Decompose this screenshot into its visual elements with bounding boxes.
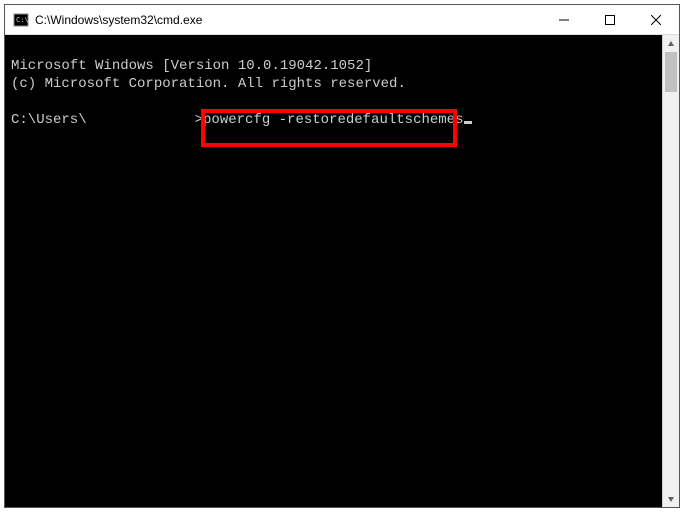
os-version-line: Microsoft Windows [Version 10.0.19042.10… bbox=[11, 58, 372, 74]
prompt-suffix: > bbox=[195, 112, 203, 128]
prompt-prefix: C:\Users\ bbox=[11, 112, 87, 128]
close-button[interactable] bbox=[633, 5, 679, 34]
typed-command: powercfg -restoredefaultschemes bbox=[203, 112, 463, 128]
cmd-icon: C:\ bbox=[13, 12, 29, 28]
console-output[interactable]: Microsoft Windows [Version 10.0.19042.10… bbox=[5, 35, 662, 507]
scrollbar-thumb[interactable] bbox=[665, 52, 677, 92]
window-controls bbox=[541, 5, 679, 34]
svg-text:C:\: C:\ bbox=[16, 16, 29, 24]
minimize-button[interactable] bbox=[541, 5, 587, 34]
scroll-down-button[interactable] bbox=[663, 490, 679, 507]
titlebar[interactable]: C:\ C:\Windows\system32\cmd.exe bbox=[5, 5, 679, 35]
vertical-scrollbar[interactable] bbox=[662, 35, 679, 507]
cmd-window: C:\ C:\Windows\system32\cmd.exe Microsof… bbox=[4, 4, 680, 508]
redacted-username bbox=[87, 112, 195, 126]
scroll-up-button[interactable] bbox=[663, 35, 679, 52]
maximize-button[interactable] bbox=[587, 5, 633, 34]
text-cursor bbox=[464, 121, 472, 124]
scrollbar-track[interactable] bbox=[663, 52, 679, 490]
client-area: Microsoft Windows [Version 10.0.19042.10… bbox=[5, 35, 679, 507]
copyright-line: (c) Microsoft Corporation. All rights re… bbox=[11, 76, 406, 92]
window-title: C:\Windows\system32\cmd.exe bbox=[35, 13, 541, 27]
prompt-line: C:\Users\ >powercfg -restoredefaultscheme… bbox=[11, 112, 472, 128]
